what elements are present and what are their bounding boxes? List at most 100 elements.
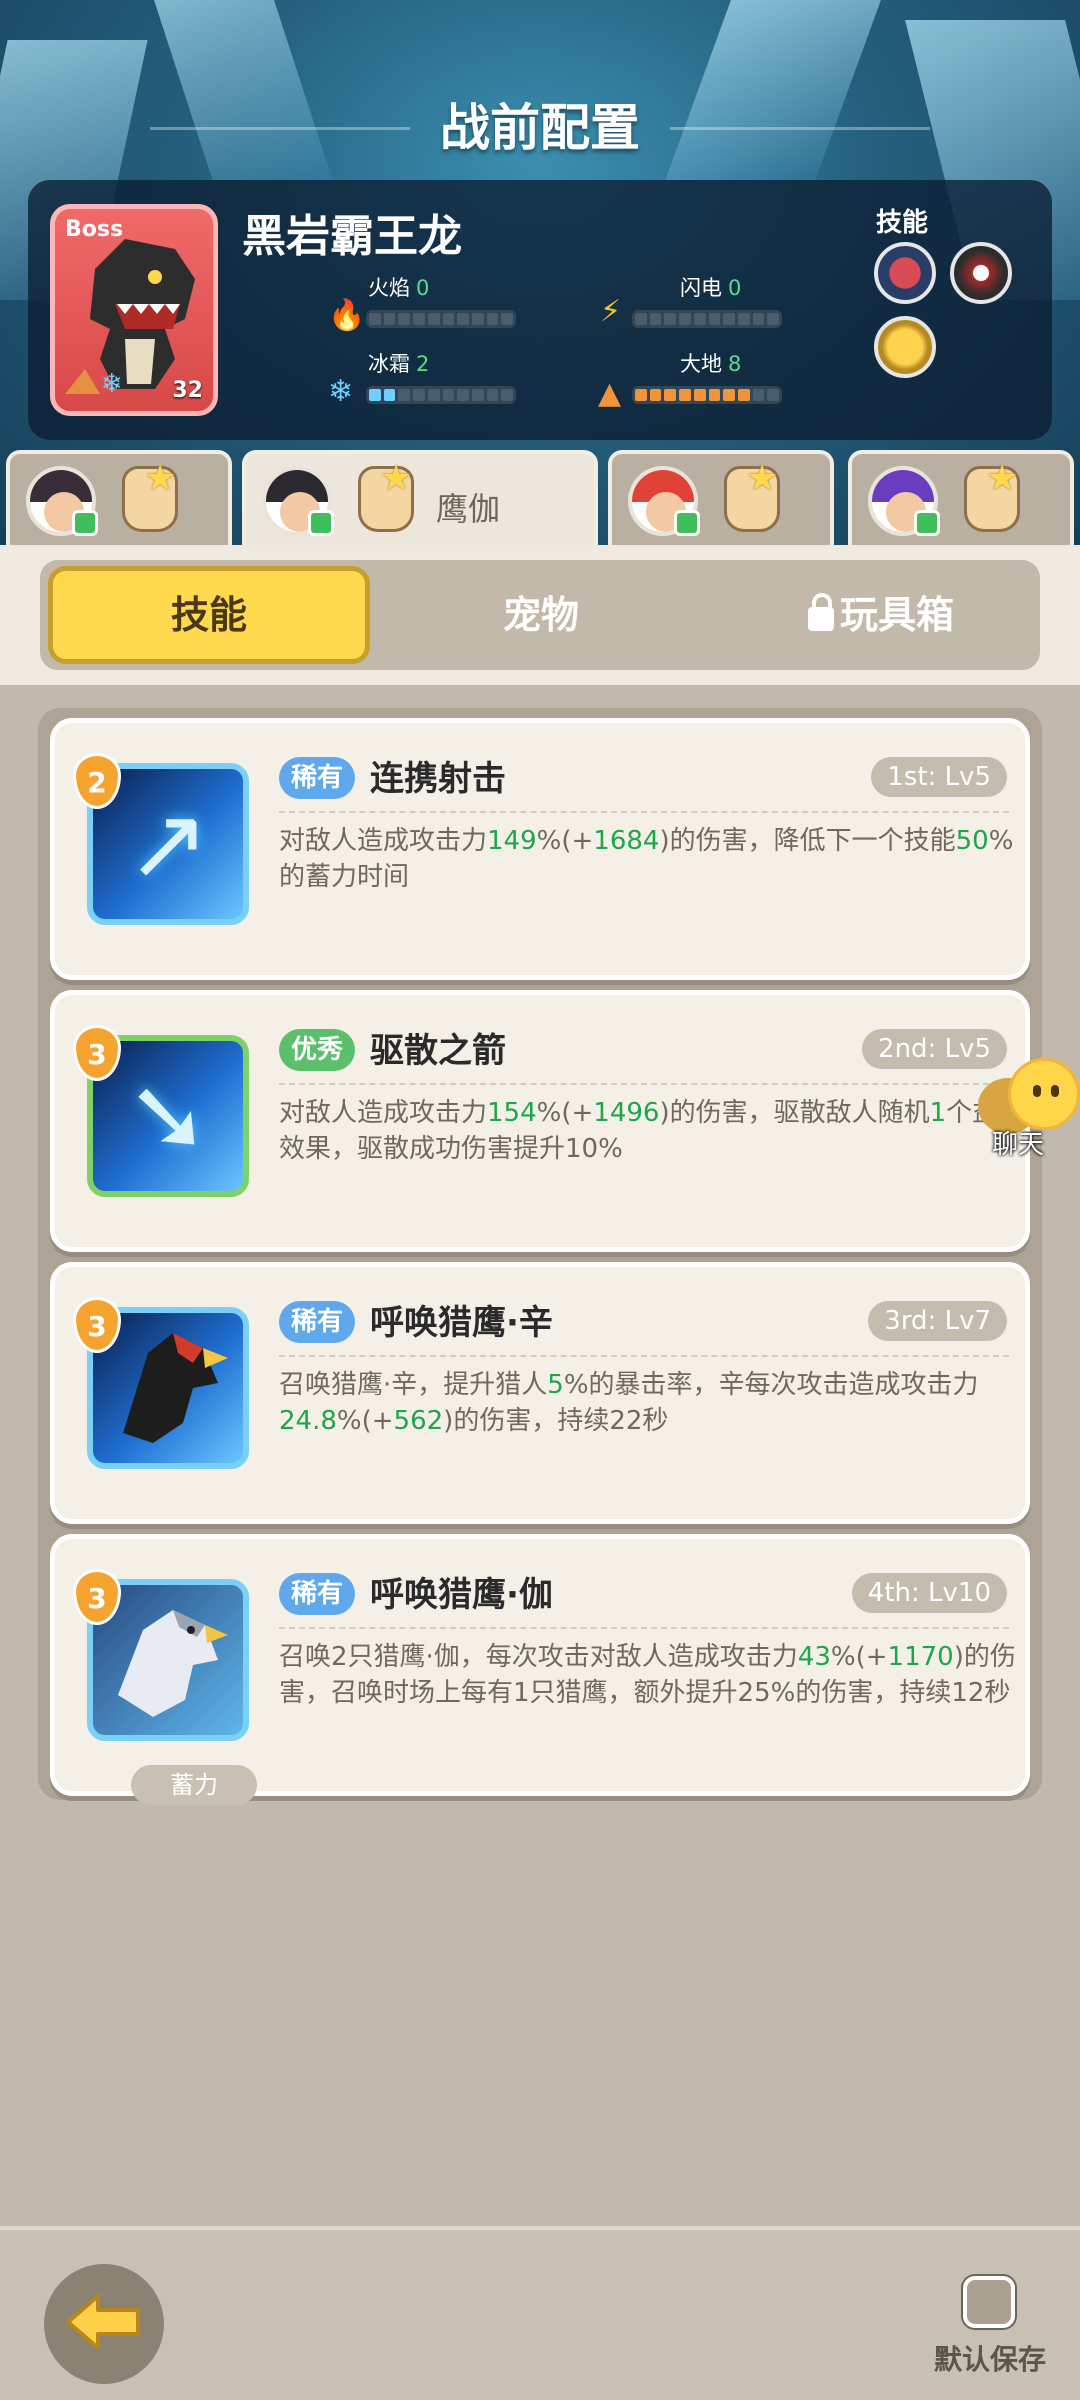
stat-segment	[737, 313, 750, 325]
hero-tab-3[interactable]: ★	[608, 450, 834, 545]
stat-segment	[767, 389, 780, 401]
stat-segment	[383, 389, 396, 401]
stat-segment	[708, 389, 721, 401]
lock-icon	[807, 593, 834, 631]
stat-segment	[383, 313, 396, 325]
divider	[279, 1627, 1009, 1629]
rarity-badge: 优秀	[279, 1029, 356, 1071]
stat-segment	[369, 389, 381, 401]
highlight-value: 24.8	[279, 1406, 337, 1436]
star-icon: ★	[746, 458, 779, 499]
tab-toys[interactable]: 玩具箱	[720, 566, 1042, 664]
stat-segment	[442, 389, 455, 401]
boss-skills-label: 技能	[876, 208, 929, 238]
stat-segment	[635, 313, 647, 325]
boss-skill-roar-icon[interactable]	[950, 242, 1012, 304]
star-icon: ★	[380, 458, 413, 499]
skill-card-1[interactable]: ↗ 2 稀有 连携射击 1st: Lv5 对敌人造成攻击力149%(+1684)…	[50, 718, 1030, 980]
stat-segment	[501, 313, 514, 325]
hero-tab-2[interactable]: ★ 鹰伽	[242, 450, 598, 548]
stat-segment	[752, 313, 765, 325]
back-button[interactable]	[44, 2264, 164, 2384]
skill-level: 4th: Lv10	[851, 1573, 1007, 1613]
hero-tab-1[interactable]: ★	[6, 450, 232, 545]
skill-card-4[interactable]: 3 蓄力 稀有 呼唤猎鹰·伽 4th: Lv10 召唤2只猎鹰·伽，每次攻击对敌…	[50, 1534, 1030, 1805]
stat-segment	[501, 389, 514, 401]
chat-button[interactable]: 聊天	[978, 1058, 1080, 1168]
skill-description: 对敌人造成攻击力149%(+1684)的伤害，降低下一个技能50%的蓄力时间	[279, 823, 1019, 895]
desc-text: %(+	[536, 1098, 594, 1128]
earth-bar	[632, 386, 782, 404]
highlight-value: 1684	[593, 826, 660, 856]
page-title: 战前配置	[440, 99, 640, 157]
boss-portrait[interactable]: Boss ❄ 32	[50, 204, 218, 416]
boss-level: 32	[172, 378, 203, 403]
boss-name: 黑岩霸王龙	[242, 211, 462, 262]
online-badge	[72, 510, 98, 536]
divider	[279, 1355, 1009, 1357]
tab-pets[interactable]: 宠物	[380, 566, 702, 664]
boss-skill-shield-icon[interactable]	[874, 316, 936, 378]
skill-name: 呼唤猎鹰·伽	[370, 1575, 553, 1615]
stat-segment	[679, 389, 691, 401]
desc-text: )的伤害，降低下一个技能	[659, 826, 956, 856]
stat-segment	[693, 389, 706, 401]
lightning-bar	[632, 310, 782, 328]
stat-segment	[737, 389, 750, 401]
skill-name: 驱散之箭	[370, 1031, 506, 1071]
highlight-value: 154	[487, 1098, 537, 1128]
desc-text: 召唤猎鹰·辛，提升猎人	[279, 1370, 548, 1400]
highlight-value: 1170	[887, 1642, 954, 1672]
highlight-value: 5	[547, 1370, 564, 1400]
divider	[279, 1083, 1009, 1085]
skill-card-3[interactable]: 3 稀有 呼唤猎鹰·辛 3rd: Lv7 召唤猎鹰·辛，提升猎人5%的暴击率，辛…	[50, 1262, 1030, 1524]
default-save-checkbox[interactable]	[963, 2276, 1015, 2328]
rarity-badge: 稀有	[279, 1301, 356, 1343]
desc-text: %的暴击率，辛每次攻击造成攻击力	[563, 1370, 979, 1400]
lightning-icon: ⚡	[600, 294, 622, 329]
skill-card-2[interactable]: ➘ 3 优秀 驱散之箭 2nd: Lv5 对敌人造成攻击力154%(+1496)…	[50, 990, 1030, 1252]
highlight-value: 50	[955, 826, 989, 856]
stat-frost: 冰霜 2	[368, 352, 430, 376]
rarity-badge: 稀有	[279, 1573, 356, 1615]
stat-segment	[708, 313, 721, 325]
divider	[279, 811, 1009, 813]
stat-segment	[413, 313, 425, 325]
stat-segment	[457, 313, 469, 325]
stat-segment	[442, 313, 455, 325]
rarity-badge: 稀有	[279, 757, 356, 799]
stat-segment	[649, 313, 662, 325]
hero-tab-4[interactable]: ★	[848, 450, 1074, 545]
star-icon: ★	[986, 458, 1019, 499]
skill-description: 对敌人造成攻击力154%(+1496)的伤害，驱散敌人随机1个益效果，驱散成功伤…	[279, 1095, 1019, 1167]
charge-badge: 蓄力	[131, 1765, 257, 1805]
stat-segment	[649, 389, 662, 401]
earth-icon: ▲	[598, 376, 622, 411]
boss-skill-bite-icon[interactable]	[874, 242, 936, 304]
highlight-value: 1	[929, 1098, 947, 1128]
stat-segment	[427, 313, 440, 325]
stat-segment	[767, 313, 780, 325]
desc-text: )的伤害，持续22秒	[443, 1406, 669, 1436]
stat-segment	[427, 389, 440, 401]
hero-name: 鹰伽	[436, 490, 501, 528]
frost-bar	[366, 386, 516, 404]
star-icon: ★	[144, 458, 177, 499]
stat-segment	[664, 313, 677, 325]
stat-segment	[693, 313, 706, 325]
stat-lightning: 闪电 0	[680, 276, 742, 300]
tab-skills[interactable]: 技能	[48, 566, 370, 664]
skill-description: 召唤2只猎鹰·伽，每次攻击对敌人造成攻击力43%(+1170)的伤害，召唤时场上…	[279, 1639, 1019, 1711]
stat-segment	[471, 313, 484, 325]
skill-name: 呼唤猎鹰·辛	[370, 1303, 553, 1343]
skill-description: 召唤猎鹰·辛，提升猎人5%的暴击率，辛每次攻击造成攻击力 24.8%(+562)的…	[279, 1367, 1019, 1439]
boss-panel: Boss ❄ 32 黑岩霸王龙 火焰 0 🔥 闪电 0 ⚡ 冰霜 2 ❄ 大地 8 ▲ …	[28, 180, 1052, 440]
default-save-label: 默认保存	[934, 2343, 1047, 2376]
stat-segment	[398, 389, 411, 401]
stat-segment	[457, 389, 469, 401]
desc-text: )的伤害，驱散敌人随机	[659, 1098, 930, 1128]
fire-icon: 🔥	[328, 298, 366, 333]
desc-text: 对敌人造成攻击力	[279, 826, 488, 856]
stat-segment	[413, 389, 425, 401]
highlight-value: 43	[797, 1642, 831, 1672]
